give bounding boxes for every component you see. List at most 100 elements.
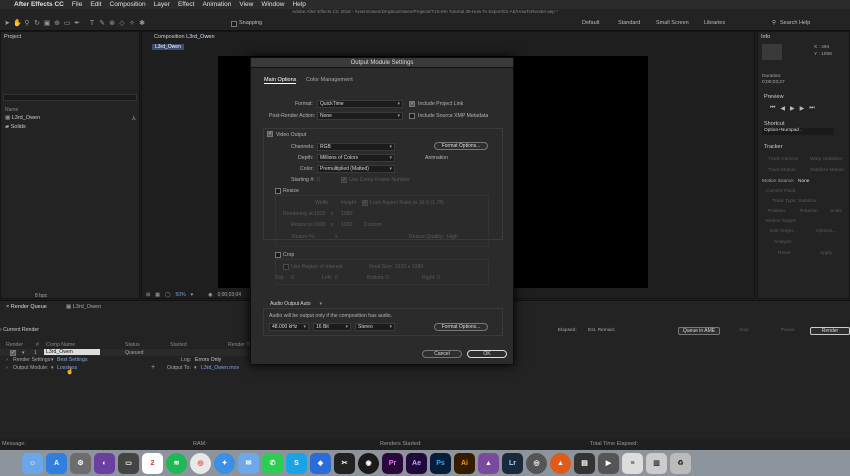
clapper-icon[interactable]: ▤ — [574, 452, 595, 474]
add-output-icon[interactable]: + — [151, 364, 155, 371]
lock-aspect-checkbox[interactable]: ✓ — [362, 200, 368, 206]
chevron-right-icon[interactable]: › — [6, 357, 8, 363]
scale-checkbox[interactable]: Scale — [830, 209, 842, 214]
tab-comp-timeline[interactable]: ▦ L3rd_Owen — [66, 304, 101, 310]
selection-tool-icon[interactable]: ➤ — [3, 20, 11, 28]
position-checkbox[interactable]: Position — [768, 209, 785, 214]
pen-tool-icon[interactable]: ✒ — [73, 20, 81, 28]
rectangle-tool-icon[interactable]: ▭ — [63, 20, 71, 28]
crop-left-value[interactable]: 0 — [335, 275, 338, 281]
search-icon[interactable]: ⚲ — [772, 20, 776, 26]
search-help[interactable]: Search Help — [780, 20, 810, 26]
magnify-icon[interactable]: ⊞ — [146, 292, 150, 298]
audio-format-options-button[interactable]: Format Options... — [434, 323, 488, 331]
eraser-tool-icon[interactable]: ◇ — [118, 20, 126, 28]
bit-depth-select[interactable]: 16 Bit — [313, 323, 351, 331]
menu-animation[interactable]: Animation — [202, 1, 231, 8]
sample-rate-select[interactable]: 48.000 kHz — [269, 323, 309, 331]
preview-icon[interactable]: ▥ — [646, 452, 667, 474]
menu-file[interactable]: File — [72, 1, 82, 8]
chevron-down-icon[interactable]: ▾ — [194, 365, 197, 371]
chrome-icon[interactable]: ◎ — [190, 452, 211, 474]
illustrator-icon[interactable]: Ai — [454, 452, 475, 474]
camera-tool-icon[interactable]: ▣ — [43, 20, 51, 28]
play-icon[interactable]: ▶ — [790, 105, 795, 112]
resize-preset[interactable]: Custom — [364, 222, 382, 228]
last-frame-icon[interactable]: ⏭ — [809, 105, 814, 112]
video-format-options-button[interactable]: Format Options... — [434, 142, 488, 150]
crop-checkbox[interactable] — [275, 252, 281, 258]
resize-width[interactable]: 1920 — [314, 222, 326, 228]
menu-edit[interactable]: Edit — [90, 1, 101, 8]
hand-tool-icon[interactable]: ✋ — [13, 20, 22, 28]
channels-audio-select[interactable]: Stereo — [355, 323, 395, 331]
stabilize-motion-button[interactable]: Stabilize Motion — [810, 168, 844, 173]
notes-icon[interactable]: ≡ — [622, 452, 643, 474]
text-tool-icon[interactable]: T — [88, 20, 96, 28]
ok-button[interactable]: OK — [467, 350, 507, 358]
skype-icon[interactable]: S — [286, 452, 307, 474]
queue-in-ame-button[interactable]: Queue in AME — [678, 327, 720, 335]
zoom-tool-icon[interactable]: ⚲ — [23, 20, 31, 28]
color-select[interactable]: Premultiplied (Matted) — [317, 165, 395, 173]
roto-tool-icon[interactable]: ✧ — [128, 20, 136, 28]
comp-tab[interactable]: L3rd_Owen — [152, 44, 184, 50]
use-comp-frame-checkbox[interactable]: ✓ — [341, 177, 347, 183]
camera-snapshot-icon[interactable]: ◉ — [208, 292, 212, 298]
photoshop-icon[interactable]: Ps — [430, 452, 451, 474]
audio-output-select[interactable]: Audio Output Auto — [267, 300, 325, 308]
lightroom-icon[interactable]: Lr — [502, 452, 523, 474]
rotation-checkbox[interactable]: Rotation — [800, 209, 818, 214]
prev-frame-icon[interactable]: ◀ — [780, 105, 785, 112]
include-xmp-checkbox[interactable] — [409, 113, 415, 119]
tab-color-management[interactable]: Color Management — [306, 77, 353, 83]
trash-icon[interactable]: ♻ — [670, 452, 691, 474]
zoom-select[interactable]: 50% — [176, 292, 186, 298]
disk-utility-icon[interactable]: ◎ — [526, 452, 547, 474]
whatsapp-icon[interactable]: ✆ — [262, 452, 283, 474]
photo-booth-icon[interactable]: ▭ — [118, 452, 139, 474]
pause-button[interactable]: Pause — [781, 328, 795, 333]
project-bpc[interactable]: 8 bpc — [35, 293, 47, 299]
chevron-right-icon[interactable]: › — [0, 327, 2, 333]
first-frame-icon[interactable]: ⏮ — [770, 105, 775, 112]
project-item-solids[interactable]: ▰ Solids — [5, 124, 26, 130]
mask-icon[interactable]: ◯ — [165, 292, 171, 298]
resize-quality-select[interactable]: High — [447, 234, 458, 240]
edit-target-button[interactable]: Edit Target... — [770, 229, 797, 234]
use-roi-checkbox[interactable] — [283, 264, 289, 270]
menu-window[interactable]: Window — [261, 1, 284, 8]
menu-composition[interactable]: Composition — [110, 1, 146, 8]
workspace-default[interactable]: Default — [582, 20, 599, 26]
app-store-icon[interactable]: A — [46, 452, 67, 474]
project-item-comp[interactable]: ▦ L3rd_Owen — [5, 115, 40, 121]
spotify-icon[interactable]: ≋ — [166, 452, 187, 474]
system-preferences-icon[interactable]: ⚙ — [70, 452, 91, 474]
flowchart-icon[interactable]: ⅄ — [132, 115, 136, 122]
tab-render-queue[interactable]: × Render Queue — [6, 304, 47, 310]
stop-button[interactable]: Stop — [739, 328, 749, 333]
menu-app[interactable]: After Effects CC — [14, 1, 64, 8]
finder-icon[interactable]: ☺ — [22, 452, 43, 474]
pan-behind-tool-icon[interactable]: ⊕ — [53, 20, 61, 28]
clone-tool-icon[interactable]: ⊗ — [108, 20, 116, 28]
row-comp-name[interactable]: L3rd_Owen — [44, 349, 100, 355]
cinema4d-icon[interactable]: ◉ — [358, 452, 379, 474]
video-output-checkbox[interactable]: ✓ — [267, 131, 273, 137]
snapping-checkbox[interactable] — [231, 21, 237, 27]
rotate-tool-icon[interactable]: ↻ — [33, 20, 41, 28]
resize-checkbox[interactable] — [275, 188, 281, 194]
timecode[interactable]: 0;00;03;04 — [217, 292, 241, 298]
depth-select[interactable]: Millions of Colors — [317, 154, 395, 162]
premiere-icon[interactable]: Pr — [382, 452, 403, 474]
crop-right-value[interactable]: 0 — [437, 275, 440, 281]
menu-layer[interactable]: Layer — [154, 1, 170, 8]
shortcut-select[interactable]: Option+Numpad . — [762, 128, 834, 135]
track-motion-button[interactable]: Track Motion — [768, 168, 796, 173]
resize-height[interactable]: 1080 — [341, 222, 353, 228]
render-settings-link[interactable]: Best Settings — [57, 357, 88, 363]
track-camera-button[interactable]: Track Camera — [768, 157, 798, 162]
channels-select[interactable]: RGB — [317, 143, 395, 151]
menu-help[interactable]: Help — [292, 1, 305, 8]
after-effects-icon[interactable]: Ae — [406, 452, 427, 474]
